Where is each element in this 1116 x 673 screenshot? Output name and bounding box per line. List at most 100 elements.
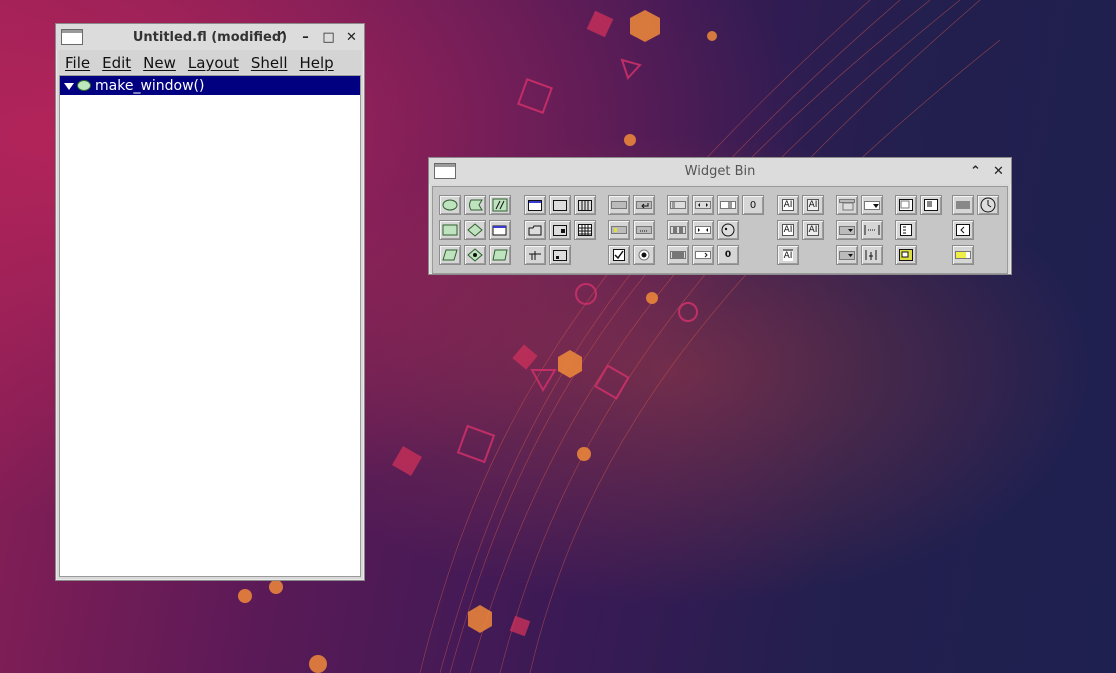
slider-icon	[670, 201, 686, 209]
data-tool-button[interactable]	[464, 245, 486, 265]
window-menu-icon[interactable]	[61, 29, 83, 45]
file-browser-icon	[956, 224, 970, 236]
adjuster-tool-button[interactable]: 0	[742, 195, 764, 215]
check-browser-tool-button[interactable]	[895, 220, 917, 240]
choice-tool-button[interactable]	[861, 195, 883, 215]
declaration-block-tool-button[interactable]	[489, 245, 511, 265]
declaration-block-icon	[492, 249, 508, 261]
close-button[interactable]: ✕	[992, 164, 1005, 179]
window-menu-icon[interactable]	[434, 163, 456, 179]
input-icon-label: AI	[781, 199, 795, 211]
main-window-titlebar[interactable]: Untitled.fl (modified) ⌃ – □ ✕	[56, 24, 364, 50]
adjuster-icon-label: 0	[749, 199, 757, 211]
text-display-icon	[899, 199, 913, 211]
tree-choice-tool-button[interactable]	[861, 245, 883, 265]
tile-tool-button[interactable]	[895, 245, 917, 265]
input-tool-button[interactable]: AI	[777, 195, 799, 215]
value-output-icon-label: 0	[724, 250, 732, 260]
check-button-icon	[613, 249, 625, 261]
comment-tool-button[interactable]	[489, 195, 511, 215]
menu-button-icon	[839, 225, 855, 235]
button-tool-button[interactable]	[608, 195, 630, 215]
dial-tool-button[interactable]	[717, 220, 739, 240]
spinner-tool-button[interactable]	[692, 220, 714, 240]
scrollbar-tool-button[interactable]	[692, 195, 714, 215]
code-block-tool-button[interactable]	[439, 245, 461, 265]
shade-button[interactable]: ⌃	[276, 30, 289, 45]
widget-bin-window: Widget Bin ⌃ ✕ 0 0 AI AI AI AI AI	[428, 157, 1012, 275]
menu-edit[interactable]: Edit	[96, 52, 137, 74]
menu-file[interactable]: File	[59, 52, 96, 74]
repeat-button-tool-button[interactable]	[633, 220, 655, 240]
minimize-button[interactable]: –	[299, 30, 312, 45]
scroll-icon	[553, 224, 567, 236]
table-tool-button[interactable]	[574, 220, 596, 240]
value-output-tool-button[interactable]: 0	[717, 245, 739, 265]
shade-button[interactable]: ⌃	[969, 164, 982, 179]
code-block-icon	[442, 249, 458, 261]
menubar-tool-button[interactable]	[836, 195, 858, 215]
light-button-tool-button[interactable]	[608, 220, 630, 240]
value-input-tool-button[interactable]	[692, 245, 714, 265]
file-input-icon-label: AI	[782, 249, 794, 261]
tabs-tool-button[interactable]	[574, 195, 596, 215]
multiline-input-tool-button[interactable]: AI	[802, 220, 824, 240]
roller-tool-button[interactable]	[667, 245, 689, 265]
value-slider-icon	[720, 201, 736, 209]
tabs-icon	[578, 199, 592, 211]
round-button-tool-button[interactable]	[633, 245, 655, 265]
widget-bin-title: Widget Bin	[684, 163, 756, 179]
expand-triangle-icon[interactable]	[64, 83, 74, 90]
widget-class-tool-button[interactable]	[489, 220, 511, 240]
float-input-icon-label: AI	[781, 224, 795, 236]
progress-tool-button[interactable]	[952, 245, 974, 265]
pack-tool-button[interactable]	[524, 220, 546, 240]
input-choice-tool-button[interactable]	[861, 220, 883, 240]
close-button[interactable]: ✕	[345, 30, 358, 45]
slider-tool-button[interactable]	[667, 195, 689, 215]
menu-button-tool-button[interactable]	[836, 220, 858, 240]
function-tool-button[interactable]	[439, 195, 461, 215]
float-input-tool-button[interactable]: AI	[777, 220, 799, 240]
check-button-tool-button[interactable]	[608, 245, 630, 265]
wizard-tool-button[interactable]	[549, 245, 571, 265]
window-tool-button[interactable]	[524, 195, 546, 215]
value-slider-tool-button[interactable]	[717, 195, 739, 215]
widget-tree-browser[interactable]: make_window()	[59, 75, 361, 577]
comment-icon	[492, 198, 508, 212]
help-view-tool-button[interactable]	[920, 195, 942, 215]
output-tool-button[interactable]: AI	[802, 195, 824, 215]
scroll-tool-button[interactable]	[549, 220, 571, 240]
multiline-input-icon-label: AI	[806, 224, 820, 236]
widget-bin-titlebar[interactable]: Widget Bin ⌃ ✕	[429, 158, 1011, 184]
clock-tool-button[interactable]	[977, 195, 999, 215]
browser-menu-tool-button[interactable]	[836, 245, 858, 265]
input-choice-icon	[864, 225, 880, 235]
counter-tool-button[interactable]	[667, 220, 689, 240]
declaration-icon	[442, 224, 458, 236]
clock-icon	[980, 197, 996, 213]
box-icon	[956, 201, 970, 209]
browser-menu-icon	[839, 250, 855, 260]
menu-shell[interactable]: Shell	[245, 52, 294, 74]
code-tool-button[interactable]	[464, 195, 486, 215]
file-browser-tool-button[interactable]	[952, 220, 974, 240]
text-display-tool-button[interactable]	[895, 195, 917, 215]
declaration-tool-button[interactable]	[439, 220, 461, 240]
round-button-icon	[638, 249, 650, 261]
value-input-icon	[695, 251, 711, 259]
group-icon	[553, 199, 567, 211]
tree-row-make-window[interactable]: make_window()	[60, 76, 360, 95]
box-tool-button[interactable]	[952, 195, 974, 215]
menu-new[interactable]: New	[137, 52, 182, 74]
help-view-icon	[924, 199, 938, 211]
tile-group-tool-button[interactable]	[524, 245, 546, 265]
menu-layout[interactable]: Layout	[182, 52, 245, 74]
file-input-tool-button[interactable]: AI	[777, 245, 799, 265]
group-tool-button[interactable]	[549, 195, 571, 215]
maximize-button[interactable]: □	[322, 30, 335, 45]
class-tool-button[interactable]	[464, 220, 486, 240]
return-button-icon	[636, 201, 652, 209]
return-button-tool-button[interactable]	[633, 195, 655, 215]
menu-help[interactable]: Help	[293, 52, 339, 74]
